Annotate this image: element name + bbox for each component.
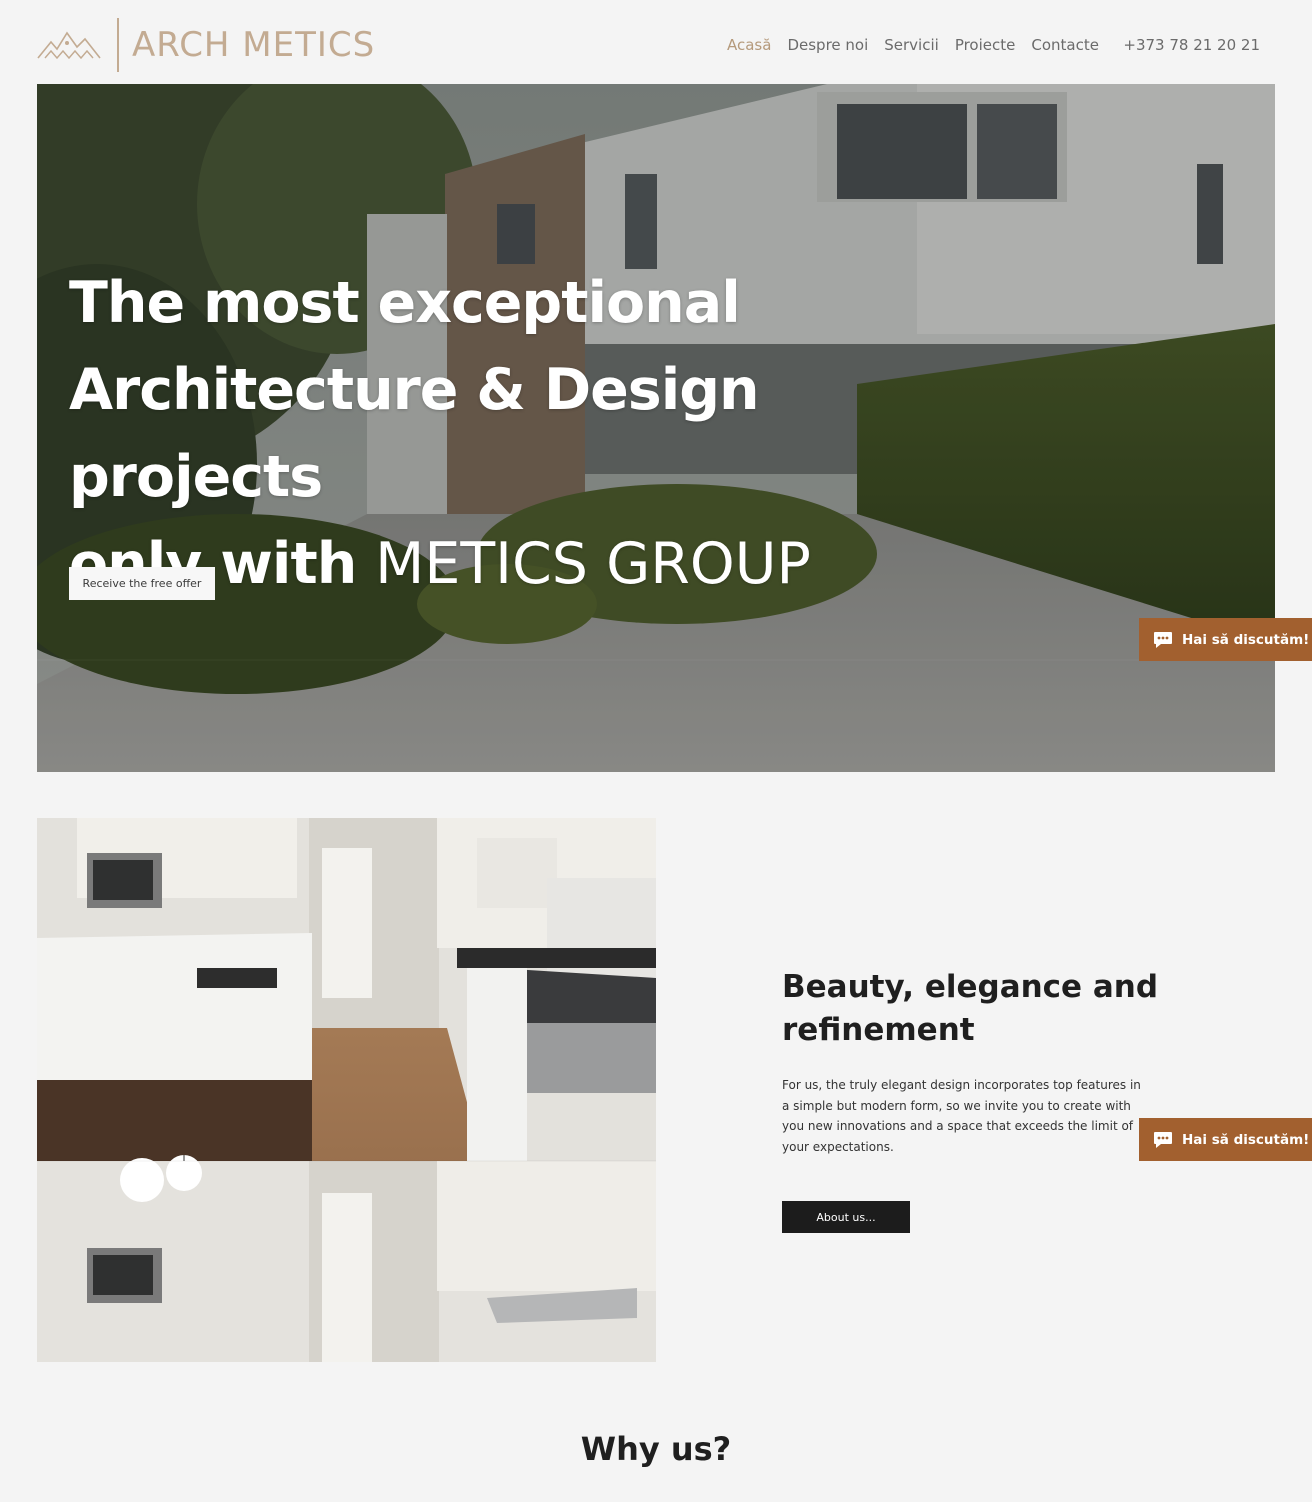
about-title: Beauty, elegance and refinement	[782, 969, 1159, 1048]
main-nav: Acasă Despre noi Servicii Proiecte Conta…	[727, 36, 1099, 54]
hero-title-line1: The most exceptional	[69, 270, 741, 336]
site-header: ARCH METICS Acasă Despre noi Servicii Pr…	[0, 0, 1312, 84]
brand-logo[interactable]: ARCH METICS	[37, 18, 375, 72]
chat-bubble-icon	[1154, 631, 1172, 648]
hero-title-brand: METICS GROUP	[375, 531, 811, 597]
chat-bubble-icon	[1154, 1131, 1172, 1148]
nav-item-contacte[interactable]: Contacte	[1031, 36, 1099, 54]
nav-item-acasa[interactable]: Acasă	[727, 36, 771, 54]
nav-item-proiecte[interactable]: Proiecte	[955, 36, 1016, 54]
free-offer-button[interactable]: Receive the free offer	[69, 567, 215, 600]
about-us-button[interactable]: About us...	[782, 1201, 910, 1233]
chat-button[interactable]: Hai să discutăm!	[1139, 618, 1312, 661]
about-text: For us, the truly elegant design incorpo…	[782, 1078, 1141, 1154]
why-us-title: Why us?	[580, 1430, 732, 1468]
chat-button-label: Hai să discutăm!	[1182, 631, 1310, 648]
brand-name: ARCH METICS	[132, 25, 376, 65]
hero-section: The most exceptional Architecture & Desi…	[37, 84, 1275, 772]
chat-button-secondary[interactable]: Hai să discutăm!	[1139, 1118, 1312, 1161]
phone-link[interactable]: +373 78 21 20 21	[1123, 36, 1260, 54]
chat-button-label: Hai să discutăm!	[1182, 1131, 1310, 1148]
hero-title: The most exceptional Architecture & Desi…	[69, 260, 1029, 608]
kitchen-interior-photo	[37, 818, 656, 1362]
hero-title-line2: Architecture & Design projects	[69, 357, 760, 510]
nav-item-servicii[interactable]: Servicii	[884, 36, 939, 54]
mountain-logo-icon	[37, 31, 101, 60]
nav-item-despre-noi[interactable]: Despre noi	[787, 36, 868, 54]
logo-divider	[117, 18, 119, 72]
